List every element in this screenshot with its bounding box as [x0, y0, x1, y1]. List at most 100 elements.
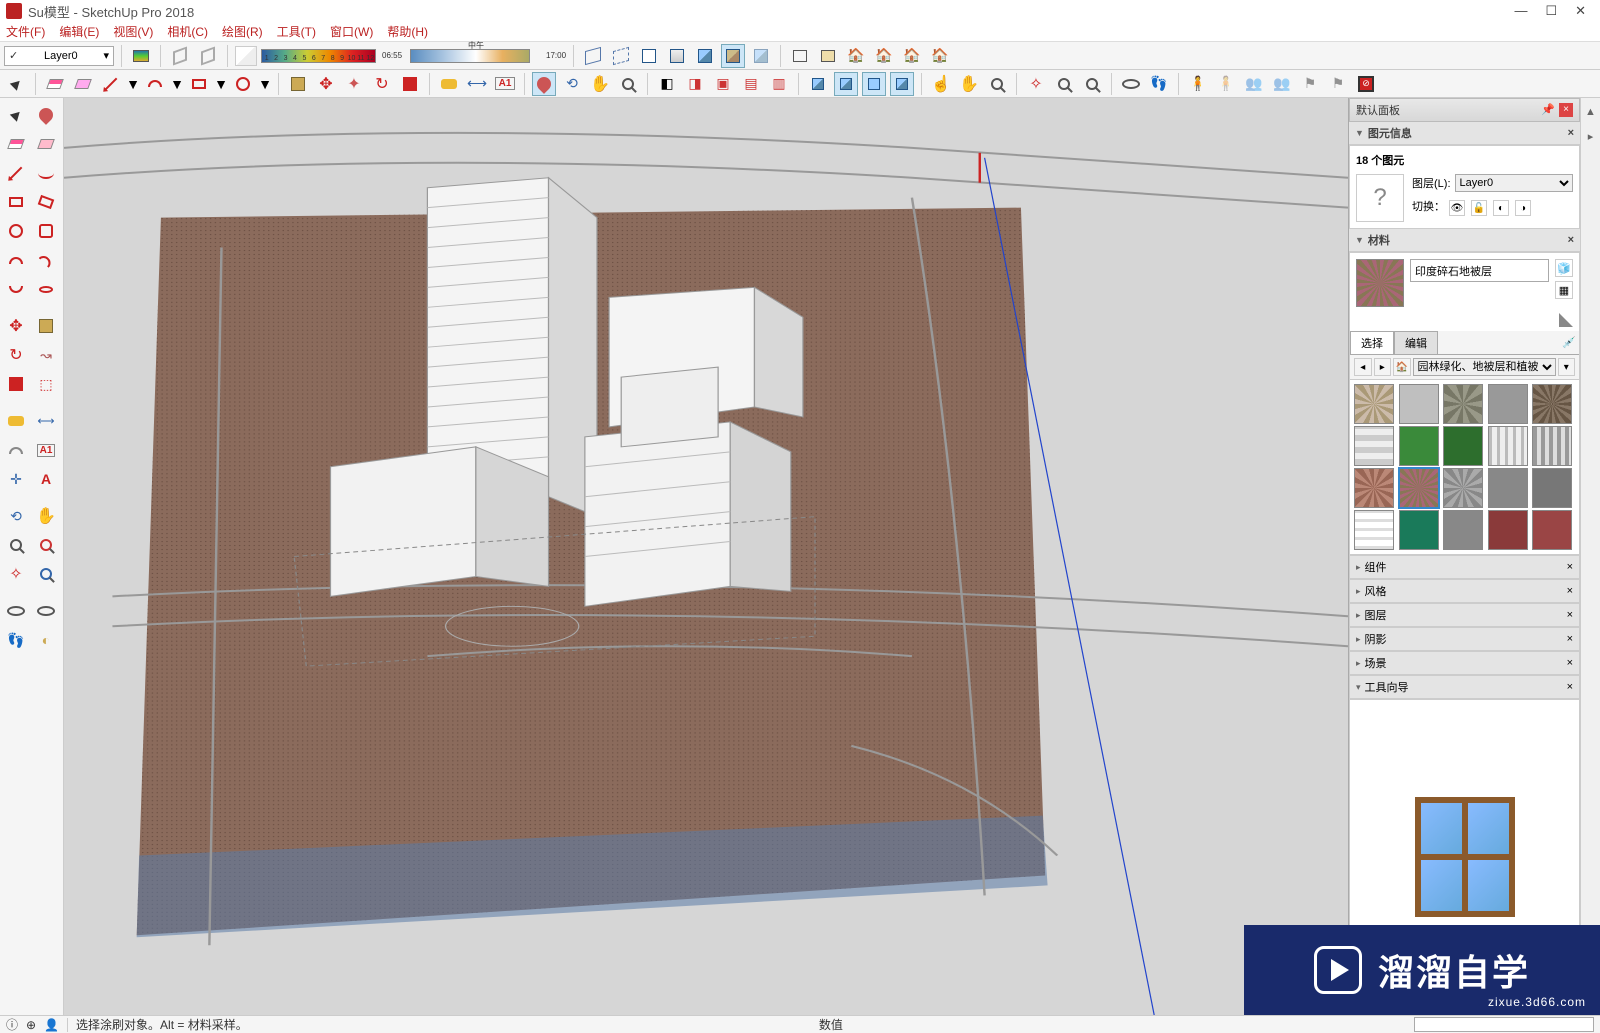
swatch[interactable]: [1488, 384, 1528, 424]
zoomwin-icon[interactable]: [32, 532, 60, 558]
pencil-dd-icon[interactable]: ▼: [127, 72, 139, 96]
pan-tool-icon[interactable]: ✋: [588, 72, 612, 96]
dim-icon[interactable]: ⟷: [32, 408, 60, 434]
section-icon[interactable]: ◐: [32, 627, 60, 653]
panel-layers[interactable]: 图层×: [1349, 603, 1580, 627]
pie-icon[interactable]: [32, 276, 60, 302]
close-button[interactable]: ✕: [1575, 3, 1586, 19]
swatch[interactable]: [1532, 384, 1572, 424]
zoom-icon[interactable]: [2, 532, 30, 558]
section5-icon[interactable]: ▥: [767, 72, 791, 96]
arc-tool-icon[interactable]: [143, 72, 167, 96]
pan-icon[interactable]: ✋: [32, 503, 60, 529]
month-gradient[interactable]: 123456789101112: [261, 49, 376, 63]
move-tool-icon[interactable]: ✥: [314, 72, 338, 96]
swatch[interactable]: [1532, 426, 1572, 466]
axes-icon[interactable]: ✛: [2, 466, 30, 492]
entity-layer-select[interactable]: Layer0: [1455, 174, 1574, 192]
tray-close-icon[interactable]: ×: [1559, 103, 1573, 117]
swatch[interactable]: [1443, 468, 1483, 508]
top-view-icon[interactable]: [816, 44, 840, 68]
flag2-icon[interactable]: ⚑: [1326, 72, 1350, 96]
arc3-icon[interactable]: [2, 276, 30, 302]
eraser-alt-icon[interactable]: [32, 131, 60, 157]
swatch[interactable]: [1399, 510, 1439, 550]
text-icon[interactable]: A1: [32, 437, 60, 463]
walk-tool-icon[interactable]: ☝: [929, 72, 953, 96]
section3-icon[interactable]: ▣: [711, 72, 735, 96]
person-icon[interactable]: 🧍: [1186, 72, 1210, 96]
circle-dd-icon[interactable]: ▼: [259, 72, 271, 96]
swatch[interactable]: [1354, 384, 1394, 424]
zoom-ext2-icon[interactable]: [32, 561, 60, 587]
followme-icon[interactable]: ↝: [32, 342, 60, 368]
minimize-button[interactable]: —: [1514, 3, 1527, 19]
view-shaded-icon[interactable]: [637, 44, 661, 68]
swatch[interactable]: [1488, 426, 1528, 466]
text-tool-icon[interactable]: A1: [493, 72, 517, 96]
mat-home-icon[interactable]: 🏠: [1393, 358, 1411, 376]
layer-dropdown[interactable]: Layer0▾: [4, 46, 114, 66]
side-collapse-icon[interactable]: ▸: [1588, 130, 1594, 143]
zoom-tool-icon[interactable]: [616, 72, 640, 96]
arc-icon[interactable]: [2, 247, 30, 273]
eraser-icon[interactable]: [2, 131, 30, 157]
swatch-selected[interactable]: [1399, 468, 1439, 508]
paint-tool-icon[interactable]: [532, 72, 556, 96]
section4-icon[interactable]: ▤: [739, 72, 763, 96]
view-xray-icon[interactable]: [749, 44, 773, 68]
prev-view-icon[interactable]: [1080, 72, 1104, 96]
paper-icon[interactable]: [235, 46, 257, 66]
pushpull-icon[interactable]: [32, 313, 60, 339]
freehand-icon[interactable]: [32, 160, 60, 186]
circle-tool-icon[interactable]: [231, 72, 255, 96]
eyedropper-icon[interactable]: 💉: [1559, 331, 1579, 354]
scale-icon[interactable]: [2, 371, 30, 397]
component3-icon[interactable]: [862, 72, 886, 96]
look-around-icon[interactable]: [1119, 72, 1143, 96]
swatch[interactable]: [1399, 384, 1439, 424]
geo-icon[interactable]: ⊕: [26, 1018, 36, 1032]
swatch[interactable]: [1354, 426, 1394, 466]
walk-icon[interactable]: 👣: [2, 627, 30, 653]
panel-styles[interactable]: 风格×: [1349, 579, 1580, 603]
entity-close-icon[interactable]: ×: [1568, 127, 1574, 139]
orbit-icon[interactable]: ⟲: [2, 503, 30, 529]
material-name-input[interactable]: 印度碎石地被层: [1410, 259, 1549, 282]
visible-toggle-icon[interactable]: 👁: [1449, 200, 1465, 216]
material-lib-select[interactable]: 园林绿化、地被层和植被: [1413, 358, 1556, 376]
rect-dd-icon[interactable]: ▼: [215, 72, 227, 96]
view-wireframe-icon[interactable]: [581, 44, 605, 68]
move2-icon[interactable]: ✦: [342, 72, 366, 96]
menu-edit[interactable]: 编辑(E): [59, 23, 99, 40]
eraser-tool-icon[interactable]: [43, 72, 67, 96]
maximize-button[interactable]: ☐: [1545, 3, 1557, 19]
walk2-icon[interactable]: 👣: [1147, 72, 1171, 96]
line-icon[interactable]: [2, 160, 30, 186]
stop-icon[interactable]: ⊘: [1354, 72, 1378, 96]
lock-toggle-icon[interactable]: 🔓: [1471, 200, 1487, 216]
poly-icon[interactable]: [32, 218, 60, 244]
style-btn-1[interactable]: [168, 44, 192, 68]
tab-edit[interactable]: 编辑: [1394, 331, 1438, 354]
select-icon[interactable]: [2, 102, 30, 128]
create-material-icon[interactable]: 🧊: [1555, 259, 1573, 277]
panel-shadows[interactable]: 阴影×: [1349, 627, 1580, 651]
tape-tool-icon[interactable]: [437, 72, 461, 96]
section-tool-icon[interactable]: ◧: [655, 72, 679, 96]
rect-tool-icon[interactable]: [187, 72, 211, 96]
swatch[interactable]: [1399, 426, 1439, 466]
people-icon[interactable]: 👥: [1242, 72, 1266, 96]
panel-components[interactable]: 组件×: [1349, 555, 1580, 579]
pushpull-tool-icon[interactable]: [286, 72, 310, 96]
look2-icon[interactable]: [32, 598, 60, 624]
left-view-icon[interactable]: 🏠: [928, 44, 952, 68]
component2-icon[interactable]: [834, 72, 858, 96]
menu-window[interactable]: 窗口(W): [330, 23, 373, 40]
swatch[interactable]: [1488, 468, 1528, 508]
zoom-ext-icon[interactable]: [1052, 72, 1076, 96]
mat-fwd-icon[interactable]: ▸: [1374, 358, 1392, 376]
arc-dd-icon[interactable]: ▼: [171, 72, 183, 96]
flag-icon[interactable]: ⚑: [1298, 72, 1322, 96]
component-tool-icon[interactable]: [806, 72, 830, 96]
